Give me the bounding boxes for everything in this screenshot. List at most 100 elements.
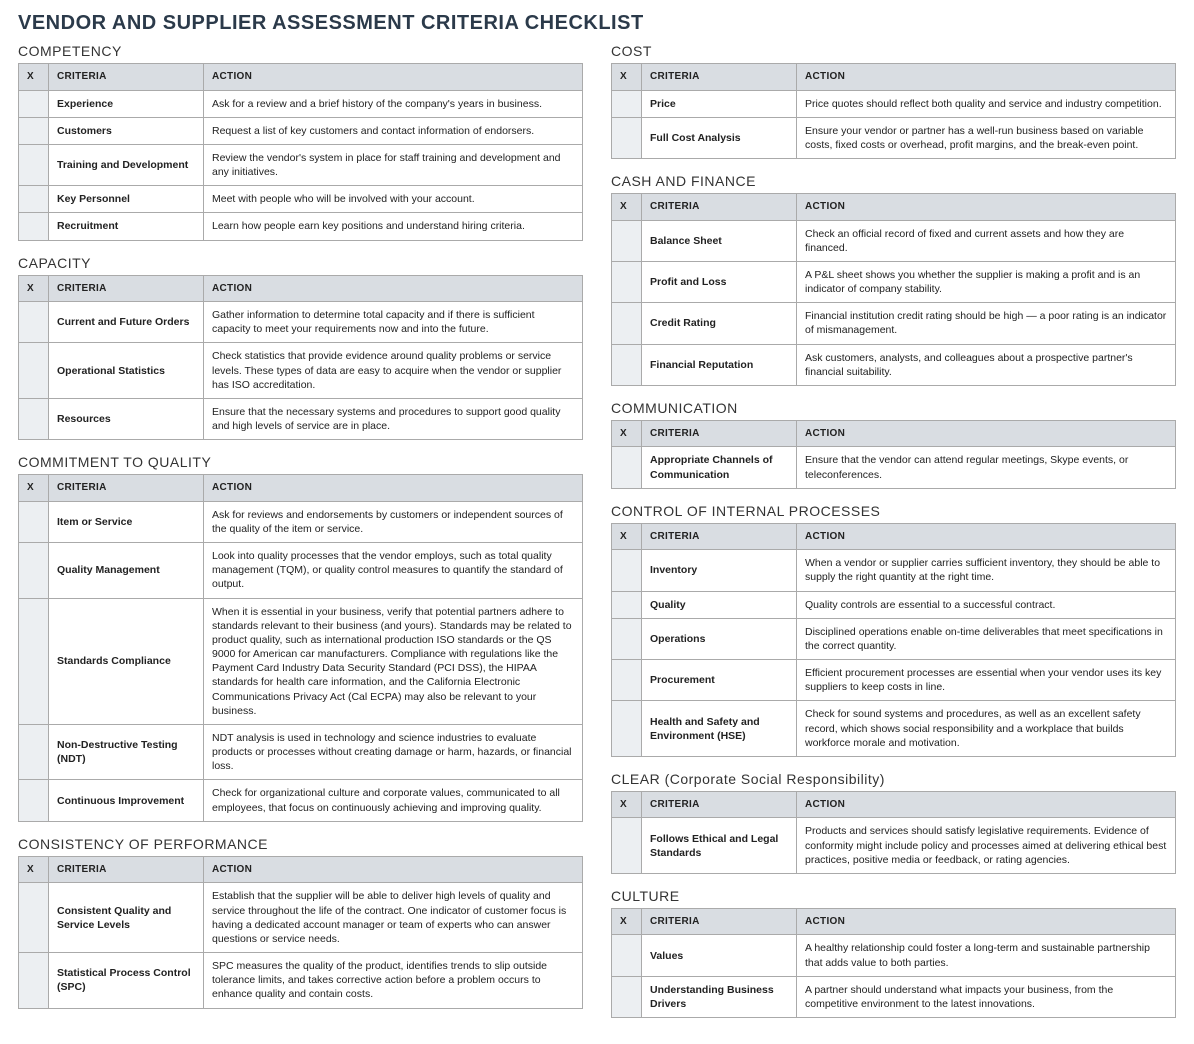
table-row: Profit and LossA P&L sheet shows you whe… [612,261,1176,302]
section-title: COMPETENCY [18,43,583,59]
checkbox-cell[interactable] [19,343,49,399]
table-row: Non-Destructive Testing (NDT)NDT analysi… [19,724,583,780]
column-header-criteria: CRITERIA [642,64,797,91]
criteria-cell: Non-Destructive Testing (NDT) [49,724,204,780]
checkbox-cell[interactable] [612,447,642,488]
column-header-action: ACTION [797,908,1176,935]
section: CONTROL OF INTERNAL PROCESSES XCRITERIAAC… [611,503,1176,757]
column-header-criteria: CRITERIA [49,475,204,502]
column-header-action: ACTION [797,64,1176,91]
checkbox-cell[interactable] [612,935,642,976]
criteria-table: XCRITERIAACTIONFollows Ethical and Legal… [611,791,1176,874]
criteria-cell: Experience [49,90,204,117]
criteria-cell: Procurement [642,660,797,701]
column-header-action: ACTION [204,275,583,302]
checkbox-cell[interactable] [19,501,49,542]
column-header-criteria: CRITERIA [49,856,204,883]
criteria-cell: Item or Service [49,501,204,542]
criteria-cell: Recruitment [49,213,204,240]
table-row: QualityQuality controls are essential to… [612,591,1176,618]
table-row: Training and DevelopmentReview the vendo… [19,144,583,185]
column-header-action: ACTION [797,791,1176,818]
column-header-action: ACTION [204,856,583,883]
checkbox-cell[interactable] [612,818,642,874]
section-title: CASH AND FINANCE [611,173,1176,189]
checkbox-cell[interactable] [19,543,49,599]
action-cell: Establish that the supplier will be able… [204,883,583,953]
criteria-table: XCRITERIAACTIONAppropriate Channels of C… [611,420,1176,489]
column-header-x: X [612,791,642,818]
action-cell: Financial institution credit rating shou… [797,303,1176,344]
action-cell: When it is essential in your business, v… [204,598,583,724]
action-cell: When a vendor or supplier carries suffic… [797,550,1176,591]
column-header-action: ACTION [797,523,1176,550]
column-header-criteria: CRITERIA [49,275,204,302]
table-row: Understanding Business DriversA partner … [612,976,1176,1017]
column-header-x: X [19,856,49,883]
action-cell: NDT analysis is used in technology and s… [204,724,583,780]
checkbox-cell[interactable] [19,398,49,439]
checkbox-cell[interactable] [612,117,642,158]
column-header-x: X [612,194,642,221]
table-row: Quality ManagementLook into quality proc… [19,543,583,599]
action-cell: A healthy relationship could foster a lo… [797,935,1176,976]
checkbox-cell[interactable] [612,344,642,385]
action-cell: Gather information to determine total ca… [204,302,583,343]
table-row: ResourcesEnsure that the necessary syste… [19,398,583,439]
section-title: CONTROL OF INTERNAL PROCESSES [611,503,1176,519]
table-row: Continuous ImprovementCheck for organiza… [19,780,583,821]
table-row: RecruitmentLearn how people earn key pos… [19,213,583,240]
checkbox-cell[interactable] [612,976,642,1017]
checkbox-cell[interactable] [19,883,49,953]
section: COMMITMENT TO QUALITYXCRITERIAACTIONItem… [18,454,583,822]
checkbox-cell[interactable] [612,591,642,618]
checkbox-cell[interactable] [19,213,49,240]
checkbox-cell[interactable] [612,550,642,591]
table-row: CustomersRequest a list of key customers… [19,117,583,144]
column-header-x: X [19,64,49,91]
action-cell: Review the vendor's system in place for … [204,144,583,185]
checkbox-cell[interactable] [19,302,49,343]
section: CASH AND FINANCE XCRITERIAACTIONBalance S… [611,173,1176,386]
column-header-action: ACTION [797,194,1176,221]
criteria-table: XCRITERIAACTIONInventoryWhen a vendor or… [611,523,1176,757]
checkbox-cell[interactable] [612,701,642,757]
section-title: CONSISTENCY OF PERFORMANCE [18,836,583,852]
table-row: Key PersonnelMeet with people who will b… [19,186,583,213]
page-title: VENDOR AND SUPPLIER ASSESSMENT CRITERIA … [18,12,1176,35]
checkbox-cell[interactable] [19,90,49,117]
checkbox-cell[interactable] [612,261,642,302]
action-cell: Quality controls are essential to a succ… [797,591,1176,618]
table-row: Balance SheetCheck an official record of… [612,220,1176,261]
criteria-cell: Customers [49,117,204,144]
action-cell: A P&L sheet shows you whether the suppli… [797,261,1176,302]
checkbox-cell[interactable] [19,144,49,185]
checkbox-cell[interactable] [612,303,642,344]
table-row: Follows Ethical and Legal StandardsProdu… [612,818,1176,874]
section-title: CULTURE [611,888,1176,904]
two-column-layout: COMPETENCYXCRITERIAACTIONExperienceAsk f… [18,43,1176,1032]
column-header-criteria: CRITERIA [642,194,797,221]
table-row: Consistent Quality and Service LevelsEst… [19,883,583,953]
checkbox-cell[interactable] [612,90,642,117]
criteria-cell: Financial Reputation [642,344,797,385]
checkbox-cell[interactable] [612,220,642,261]
column-header-criteria: CRITERIA [642,791,797,818]
checkbox-cell[interactable] [19,598,49,724]
checkbox-cell[interactable] [19,724,49,780]
column-header-action: ACTION [204,64,583,91]
column-header-criteria: CRITERIA [642,523,797,550]
table-row: Financial ReputationAsk customers, analy… [612,344,1176,385]
criteria-cell: Operations [642,618,797,659]
checkbox-cell[interactable] [19,780,49,821]
checkbox-cell[interactable] [612,660,642,701]
section: COMPETENCYXCRITERIAACTIONExperienceAsk f… [18,43,583,241]
left-column: COMPETENCYXCRITERIAACTIONExperienceAsk f… [18,43,583,1032]
checkbox-cell[interactable] [19,186,49,213]
section-title: COMMUNICATION [611,400,1176,416]
checkbox-cell[interactable] [19,117,49,144]
action-cell: Check for sound systems and procedures, … [797,701,1176,757]
criteria-cell: Price [642,90,797,117]
criteria-table: XCRITERIAACTIONBalance SheetCheck an off… [611,193,1176,386]
checkbox-cell[interactable] [612,618,642,659]
